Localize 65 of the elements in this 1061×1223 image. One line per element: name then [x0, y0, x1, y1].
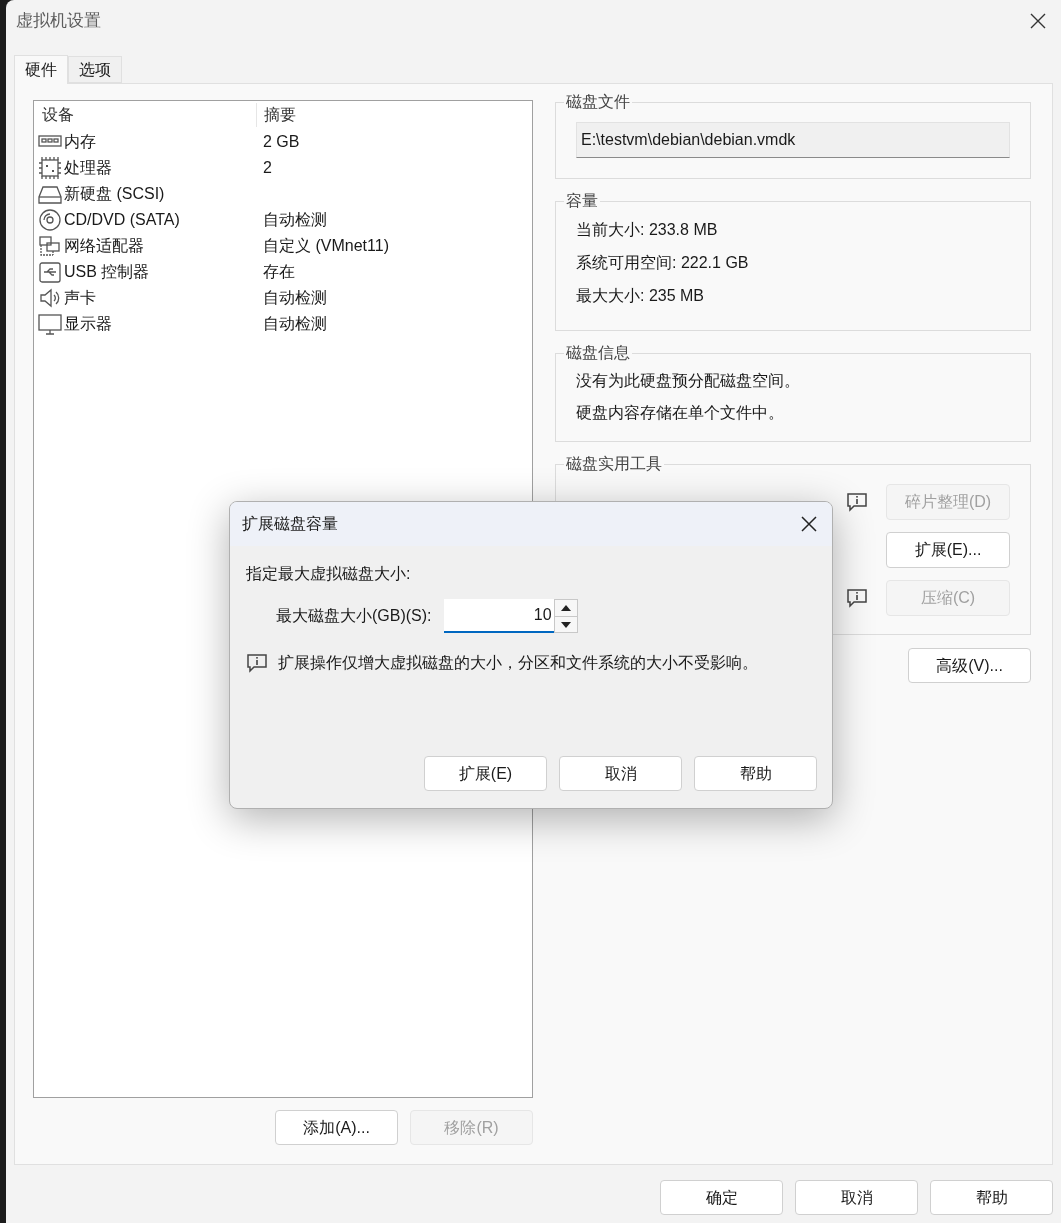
device-row[interactable]: 新硬盘 (SCSI) [34, 181, 532, 207]
column-header: 设备 [41, 105, 75, 125]
group-title: 磁盘文件 [565, 92, 631, 112]
display-icon [38, 313, 62, 335]
device-name: 内存 [64, 132, 96, 152]
note-text: 扩展操作仅增大虚拟磁盘的大小，分区和文件系统的大小不受影响。 [278, 653, 758, 673]
device-summary: 自定义 (VMnet11) [263, 236, 389, 256]
spin-up-button[interactable] [554, 600, 577, 616]
device-row[interactable]: 声卡 自动检测 [34, 285, 532, 311]
device-row[interactable]: USB 控制器 存在 [34, 259, 532, 285]
group-title: 容量 [565, 191, 599, 211]
tab[interactable]: 选项 [68, 56, 122, 83]
column-header: 摘要 [256, 103, 296, 127]
device-row[interactable]: 显示器 自动检测 [34, 311, 532, 337]
capacity-text: 系统可用空间: 222.1 GB [576, 252, 750, 273]
info-icon [246, 652, 268, 673]
caret-down-icon [560, 621, 571, 628]
device-summary: 2 [263, 158, 272, 178]
device-name: 网络适配器 [64, 236, 144, 256]
capacity-text: 最大大小: 235 MB [576, 285, 706, 306]
button[interactable]: 确定 [660, 1180, 783, 1215]
prompt-text: 指定最大虚拟磁盘大小: [246, 564, 412, 584]
device-row[interactable]: CD/DVD (SATA) 自动检测 [34, 207, 532, 233]
network-icon [38, 235, 62, 257]
window-title: 虚拟机设置 [16, 10, 101, 33]
close-icon[interactable] [1029, 12, 1047, 30]
device-summary: 存在 [263, 262, 295, 282]
button[interactable]: 取消 [559, 756, 682, 791]
device-name: CD/DVD (SATA) [64, 210, 180, 230]
size-label: 最大磁盘大小(GB)(S): [276, 606, 432, 626]
capacity-text: 当前大小: 233.8 MB [576, 219, 719, 240]
close-icon[interactable] [800, 515, 818, 533]
dialog-title: 扩展磁盘容量 [242, 514, 338, 534]
device-name: USB 控制器 [64, 262, 150, 282]
device-name: 处理器 [64, 158, 112, 178]
device-name: 显示器 [64, 314, 112, 334]
device-name: 新硬盘 (SCSI) [64, 184, 165, 204]
sound-icon [38, 287, 62, 309]
device-row[interactable]: 内存 2 GB [34, 129, 532, 155]
device-row[interactable]: 处理器 2 [34, 155, 532, 181]
tab[interactable]: 硬件 [14, 55, 68, 84]
caret-up-icon [560, 605, 571, 611]
device-summary: 自动检测 [263, 288, 327, 308]
button[interactable]: 扩展(E) [424, 756, 547, 791]
info-text: 没有为此硬盘预分配磁盘空间。 [576, 371, 801, 391]
device-summary: 自动检测 [263, 210, 327, 230]
spin-down-button[interactable] [554, 616, 577, 632]
size-input[interactable]: 10 [443, 599, 554, 633]
button[interactable]: 取消 [795, 1180, 918, 1215]
button[interactable]: 帮助 [930, 1180, 1053, 1215]
device-summary: 自动检测 [263, 314, 327, 334]
usb-icon [38, 261, 62, 283]
info-text: 硬盘内容存储在单个文件中。 [576, 403, 785, 423]
device-summary: 2 GB [263, 132, 300, 152]
group-title: 磁盘实用工具 [565, 454, 663, 474]
path-field[interactable]: E:\testvm\debian\debian.vmdk [576, 122, 1010, 158]
button[interactable]: 帮助 [694, 756, 817, 791]
device-row[interactable]: 网络适配器 自定义 (VMnet11) [34, 233, 532, 259]
button[interactable]: 添加(A)... [275, 1110, 398, 1145]
button[interactable]: 高级(V)... [908, 648, 1031, 683]
button[interactable]: 扩展(E)... [886, 532, 1010, 568]
cd-icon [38, 209, 62, 231]
group-title: 磁盘信息 [565, 343, 631, 363]
cpu-icon [38, 157, 62, 179]
device-name: 声卡 [64, 288, 96, 308]
